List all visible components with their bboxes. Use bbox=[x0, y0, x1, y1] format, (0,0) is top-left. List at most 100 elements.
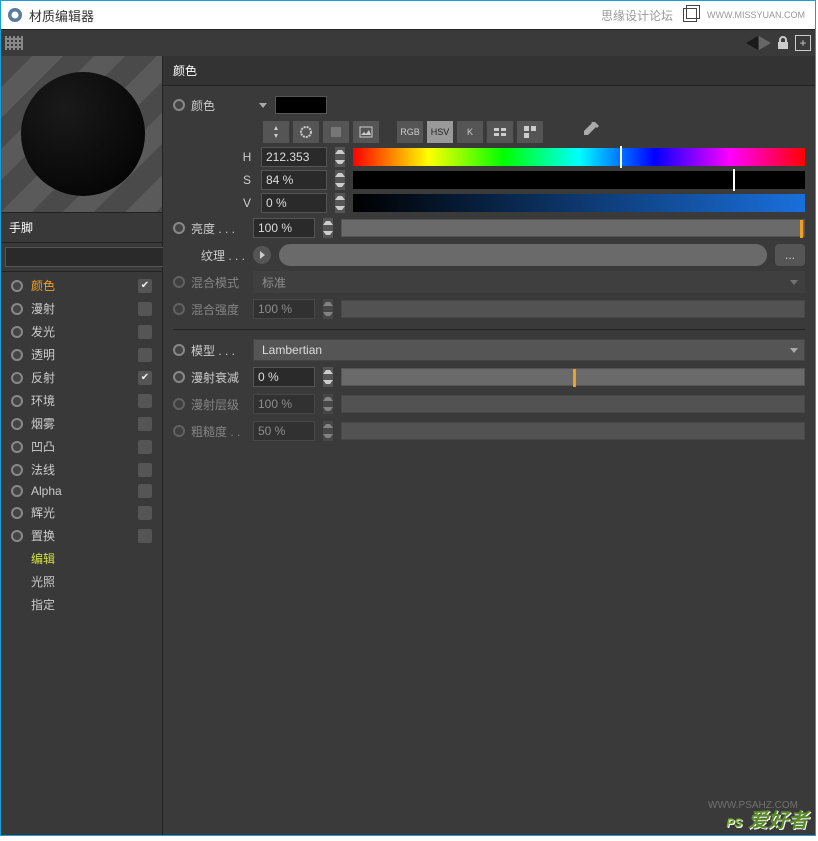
diffuse-level-spinner[interactable] bbox=[323, 394, 333, 414]
new-tag-icon[interactable]: + bbox=[795, 35, 811, 51]
k-mode-button[interactable]: K bbox=[457, 121, 483, 143]
content-header: 颜色 bbox=[163, 56, 815, 86]
diffuse-falloff-label: 漫射衰减 bbox=[191, 369, 239, 386]
material-name[interactable]: 手脚 bbox=[1, 212, 162, 243]
lock-icon[interactable] bbox=[775, 35, 791, 51]
s-slider[interactable] bbox=[353, 171, 805, 189]
h-label: H bbox=[241, 150, 253, 164]
mixstrength-row: 混合强度 bbox=[173, 297, 805, 321]
diffuse-level-input[interactable] bbox=[253, 394, 315, 414]
maximize-icon[interactable] bbox=[683, 8, 697, 22]
texture-browse-button[interactable]: ... bbox=[775, 244, 805, 266]
swatches2-icon[interactable] bbox=[517, 121, 543, 143]
channel-color-checkbox[interactable] bbox=[138, 279, 152, 293]
channel-bump-checkbox[interactable] bbox=[138, 440, 152, 454]
mixstrength-slider[interactable] bbox=[341, 300, 805, 318]
v-label: V bbox=[241, 196, 253, 210]
h-input[interactable] bbox=[261, 147, 327, 167]
watermark-brand: PS PS 爱好者爱好者 bbox=[726, 804, 808, 833]
channel-normal[interactable]: 法线 bbox=[1, 458, 162, 481]
diffuse-falloff-spinner[interactable] bbox=[323, 367, 333, 387]
channel-color[interactable]: 颜色 bbox=[1, 274, 162, 297]
channel-transparency-checkbox[interactable] bbox=[138, 348, 152, 362]
channel-bump[interactable]: 凹凸 bbox=[1, 435, 162, 458]
channel-environment-checkbox[interactable] bbox=[138, 394, 152, 408]
mixstrength-input[interactable] bbox=[253, 299, 315, 319]
image-icon[interactable] bbox=[353, 121, 379, 143]
color-mode-strip: RGB HSV K bbox=[263, 120, 805, 144]
mixmode-label: 混合模式 bbox=[191, 274, 239, 291]
channel-displacement-checkbox[interactable] bbox=[138, 529, 152, 543]
channel-fog[interactable]: 烟雾 bbox=[1, 412, 162, 435]
picker-arrows-icon[interactable] bbox=[263, 121, 289, 143]
roughness-label: 粗糙度 . . bbox=[191, 423, 240, 440]
brightness-label: 亮度 . . . bbox=[191, 220, 235, 237]
color-wheel-icon[interactable] bbox=[293, 121, 319, 143]
nav-back-icon[interactable] bbox=[746, 36, 758, 50]
mixstrength-label: 混合强度 bbox=[191, 301, 239, 318]
diffuse-falloff-slider[interactable] bbox=[341, 368, 805, 386]
brightness-row: 亮度 . . . bbox=[173, 216, 805, 240]
channel-fog-checkbox[interactable] bbox=[138, 417, 152, 431]
h-spinner[interactable] bbox=[335, 147, 345, 167]
content-panel: 颜色 颜色 RGB HSV K bbox=[163, 56, 815, 835]
item-illumination[interactable]: 光照 bbox=[1, 570, 162, 593]
spectrum-icon[interactable] bbox=[323, 121, 349, 143]
roughness-slider[interactable] bbox=[341, 422, 805, 440]
brightness-input[interactable] bbox=[253, 218, 315, 238]
channel-transparency[interactable]: 透明 bbox=[1, 343, 162, 366]
item-assign[interactable]: 指定 bbox=[1, 593, 162, 616]
v-input[interactable] bbox=[261, 193, 327, 213]
mixstrength-spinner[interactable] bbox=[323, 299, 333, 319]
v-slider[interactable] bbox=[353, 194, 805, 212]
nav-forward-icon[interactable] bbox=[759, 36, 771, 50]
diffuse-falloff-input[interactable] bbox=[253, 367, 315, 387]
roughness-spinner[interactable] bbox=[323, 421, 333, 441]
channel-reflection[interactable]: 反射 bbox=[1, 366, 162, 389]
item-edit[interactable]: 编辑 bbox=[1, 547, 162, 570]
channel-glow[interactable]: 辉光 bbox=[1, 501, 162, 524]
diffuse-level-slider[interactable] bbox=[341, 395, 805, 413]
channel-reflection-checkbox[interactable] bbox=[138, 371, 152, 385]
model-row: 模型 . . . Lambertian bbox=[173, 338, 805, 362]
value-row: V bbox=[241, 193, 805, 213]
channel-diffuse[interactable]: 漫射 bbox=[1, 297, 162, 320]
channel-luminance-checkbox[interactable] bbox=[138, 325, 152, 339]
rgb-mode-button[interactable]: RGB bbox=[397, 121, 423, 143]
channel-alpha-checkbox[interactable] bbox=[138, 484, 152, 498]
color-label: 颜色 bbox=[191, 97, 215, 114]
color-menu-icon[interactable] bbox=[259, 103, 267, 108]
texture-field[interactable] bbox=[279, 244, 767, 266]
swatches1-icon[interactable] bbox=[487, 121, 513, 143]
channel-alpha[interactable]: Alpha bbox=[1, 481, 162, 501]
channel-glow-checkbox[interactable] bbox=[138, 506, 152, 520]
material-editor-window: 材质编辑器 思缘设计论坛 WWW.MISSYUAN.COM + 手脚 bbox=[0, 0, 816, 836]
s-input[interactable] bbox=[261, 170, 327, 190]
diffuse-level-row: 漫射层级 bbox=[173, 392, 805, 416]
s-label: S bbox=[241, 173, 253, 187]
roughness-row: 粗糙度 . . bbox=[173, 419, 805, 443]
channel-luminance[interactable]: 发光 bbox=[1, 320, 162, 343]
grid-icon[interactable] bbox=[5, 36, 23, 50]
hsv-mode-button[interactable]: HSV bbox=[427, 121, 453, 143]
color-swatch[interactable] bbox=[275, 96, 327, 114]
search-input[interactable] bbox=[5, 247, 170, 267]
channel-normal-checkbox[interactable] bbox=[138, 463, 152, 477]
model-label: 模型 . . . bbox=[191, 342, 235, 359]
sidebar: 手脚 颜色 漫射 发光 透明 反射 环境 烟雾 凹凸 法线 Alpha 辉光 bbox=[1, 56, 163, 835]
model-dropdown[interactable]: Lambertian bbox=[253, 339, 805, 361]
material-preview[interactable] bbox=[1, 56, 162, 212]
roughness-input[interactable] bbox=[253, 421, 315, 441]
brightness-slider[interactable] bbox=[341, 219, 805, 237]
brightness-spinner[interactable] bbox=[323, 218, 333, 238]
mixmode-dropdown[interactable]: 标准 bbox=[253, 271, 805, 293]
eyedropper-icon[interactable] bbox=[577, 120, 601, 144]
channel-list: 颜色 漫射 发光 透明 反射 环境 烟雾 凹凸 法线 Alpha 辉光 置换 编… bbox=[1, 272, 162, 618]
channel-diffuse-checkbox[interactable] bbox=[138, 302, 152, 316]
h-slider[interactable] bbox=[353, 148, 805, 166]
texture-menu-button[interactable] bbox=[253, 246, 271, 264]
channel-displacement[interactable]: 置换 bbox=[1, 524, 162, 547]
v-spinner[interactable] bbox=[335, 193, 345, 213]
channel-environment[interactable]: 环境 bbox=[1, 389, 162, 412]
s-spinner[interactable] bbox=[335, 170, 345, 190]
